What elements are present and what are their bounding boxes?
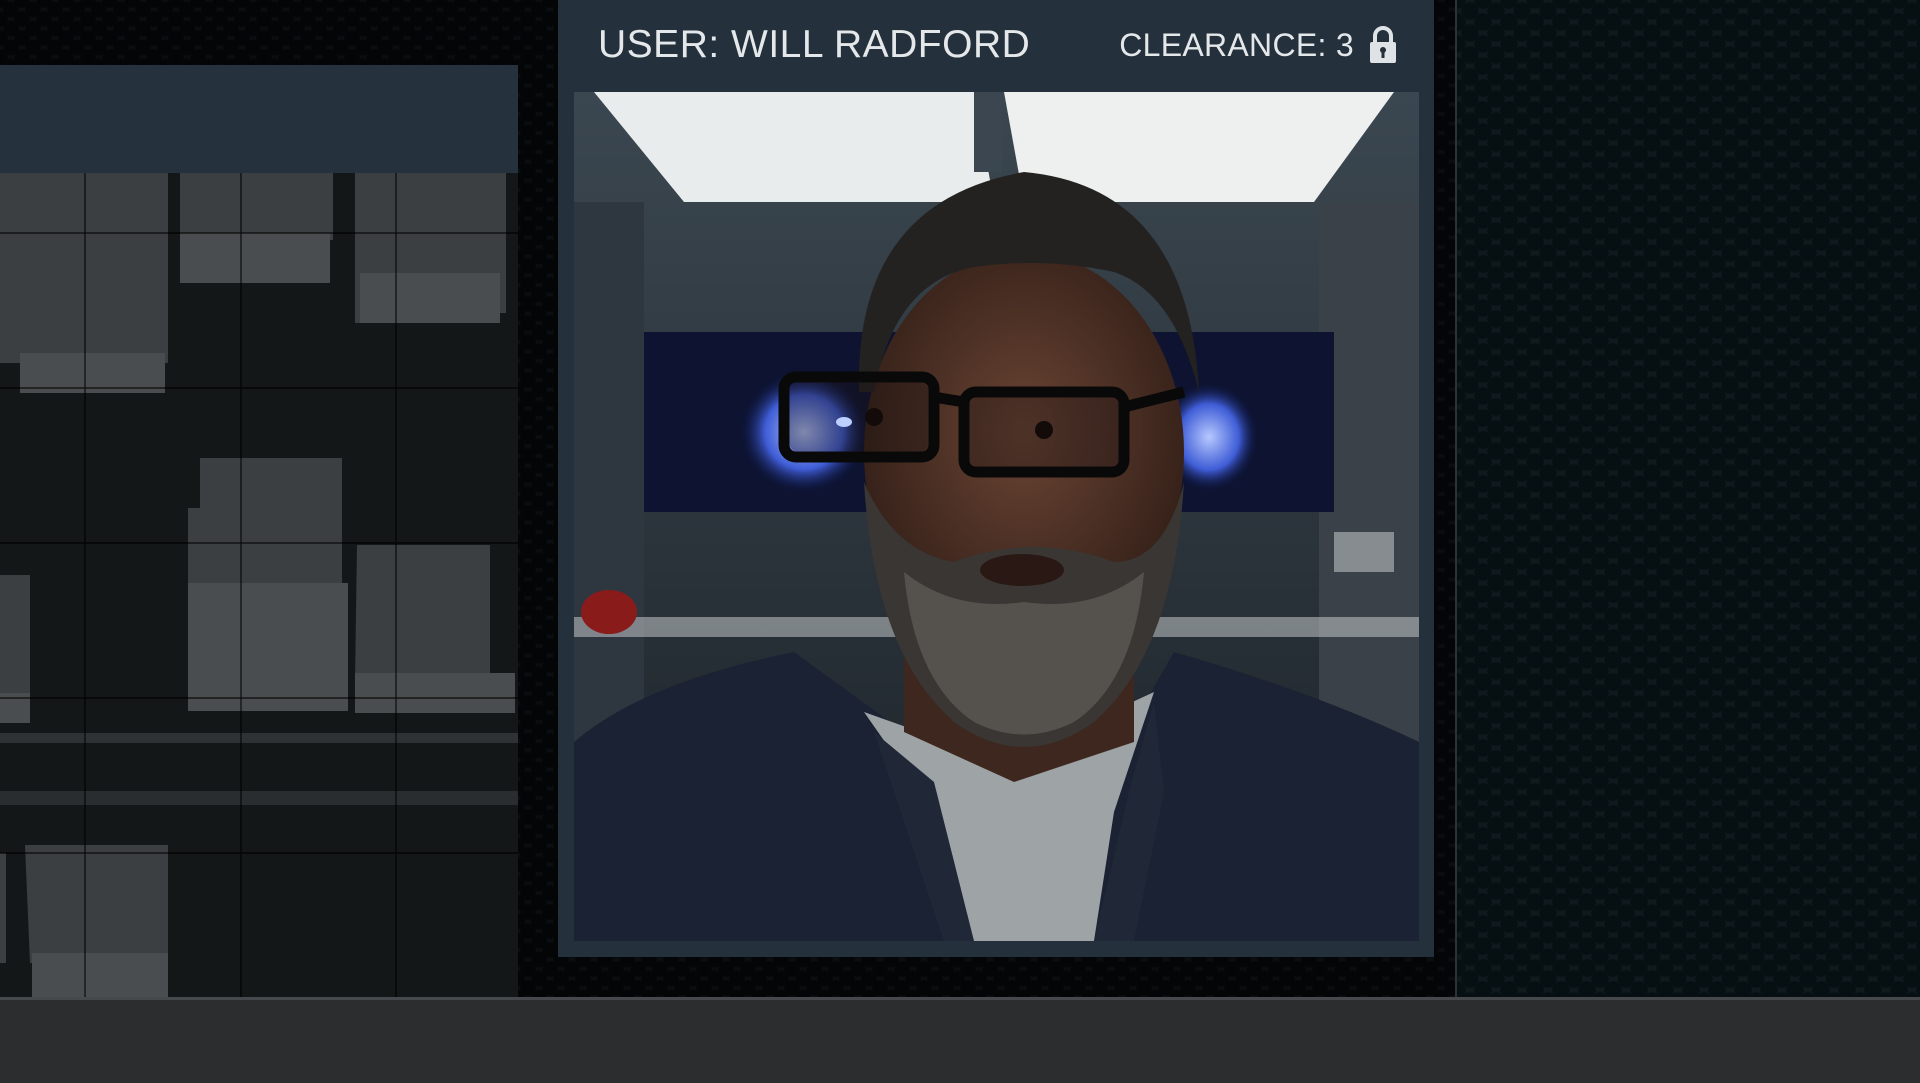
floor-plan-panel [0, 65, 518, 997]
user-name-label: USER: WILL RADFORD [598, 23, 1031, 66]
lock-icon [1368, 25, 1398, 65]
user-photo [574, 92, 1419, 941]
clearance-info: CLEARANCE: 3 [1119, 25, 1398, 65]
floor-plan-header [0, 65, 518, 173]
hex-mesh-background-right [1455, 0, 1920, 997]
clearance-level-label: CLEARANCE: 3 [1119, 26, 1354, 63]
floor-plan-map[interactable] [0, 173, 518, 997]
user-card-header: USER: WILL RADFORD CLEARANCE: 3 [558, 0, 1434, 90]
user-identity-card: USER: WILL RADFORD CLEARANCE: 3 [558, 0, 1434, 957]
bottom-status-bar [0, 997, 1920, 1083]
